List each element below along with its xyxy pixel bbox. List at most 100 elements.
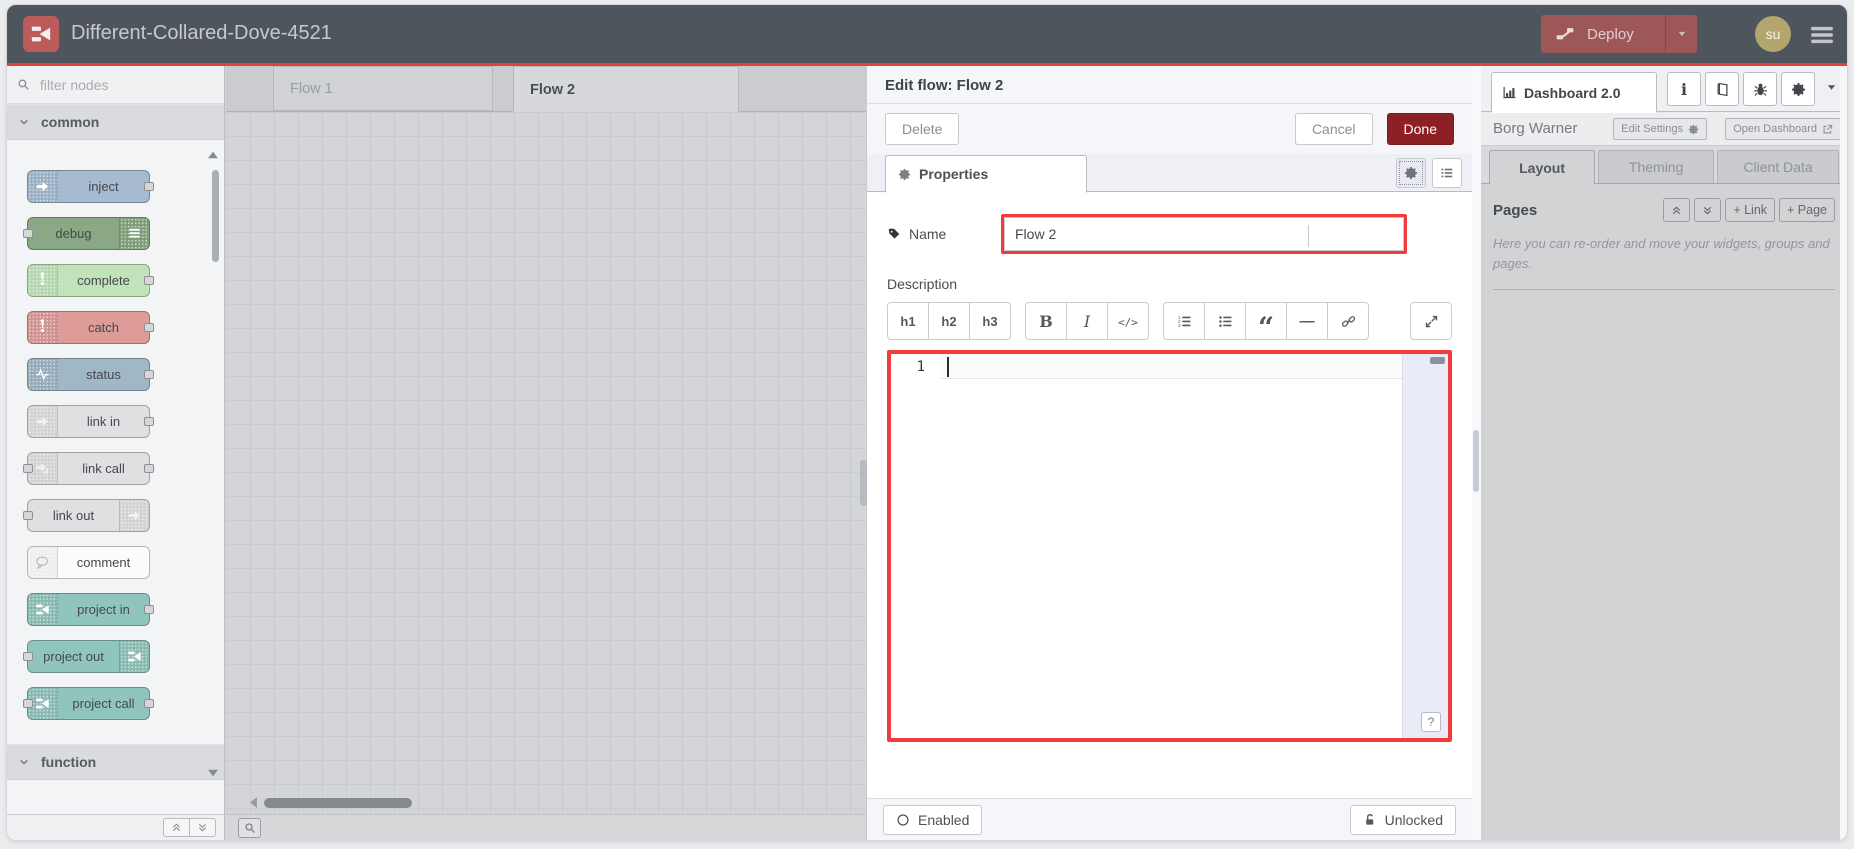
- toolbar-code-button[interactable]: </>: [1107, 302, 1149, 340]
- toolbar-bold-button[interactable]: B: [1025, 302, 1067, 340]
- toolbar-heading-3-button[interactable]: h3: [969, 302, 1011, 340]
- flow-lock-toggle[interactable]: Unlocked: [1349, 805, 1456, 835]
- hamburger-icon: [1809, 22, 1835, 48]
- node-input-port[interactable]: [23, 464, 33, 473]
- palette-filter[interactable]: [7, 66, 224, 104]
- caret-down-icon[interactable]: [1826, 82, 1837, 93]
- flow-name-input[interactable]: [1004, 217, 1404, 251]
- node-input-port[interactable]: [23, 652, 33, 661]
- main-menu-button[interactable]: [1809, 22, 1835, 48]
- palette-node-catch[interactable]: ! catch: [27, 311, 154, 344]
- toolbar-unordered-list-button[interactable]: [1204, 302, 1246, 340]
- edit-panel-scrollbar[interactable]: [1472, 66, 1481, 840]
- description-editor[interactable]: 1 ?: [891, 354, 1448, 738]
- sidebar-scrollbar[interactable]: [1840, 66, 1847, 840]
- flow-canvas[interactable]: [226, 112, 866, 814]
- category-label: function: [41, 754, 97, 770]
- palette-scroll-down-icon[interactable]: [206, 766, 220, 780]
- node-red-logo[interactable]: [23, 16, 59, 52]
- delete-button[interactable]: Delete: [885, 113, 960, 145]
- deploy-button[interactable]: Deploy: [1541, 15, 1697, 53]
- tab-properties[interactable]: Properties: [885, 155, 1087, 193]
- node-output-port[interactable]: [144, 323, 154, 332]
- node-output-port[interactable]: [144, 605, 154, 614]
- palette-scrollbar-thumb[interactable]: [212, 170, 219, 262]
- node-input-port[interactable]: [23, 699, 33, 708]
- tab-dashboard-2[interactable]: Dashboard 2.0: [1491, 72, 1657, 113]
- book-button[interactable]: [1705, 72, 1739, 106]
- tab-layout[interactable]: Layout: [1489, 150, 1596, 184]
- code-icon: </>: [1118, 315, 1138, 329]
- tab-flow-2[interactable]: Flow 2: [513, 66, 739, 112]
- tab-flow-1[interactable]: Flow 1: [273, 66, 493, 111]
- palette-node-complete[interactable]: ! complete: [27, 264, 154, 297]
- collapse-categories-button[interactable]: [163, 818, 190, 837]
- palette-node-comment[interactable]: comment: [27, 546, 150, 579]
- cancel-button[interactable]: Cancel: [1294, 113, 1373, 145]
- properties-view-button[interactable]: [1396, 158, 1426, 188]
- node-output-port[interactable]: [144, 182, 154, 191]
- node-output-port[interactable]: [144, 370, 154, 379]
- node-label: project out: [43, 649, 104, 664]
- editor-help-button[interactable]: ?: [1421, 712, 1441, 732]
- palette-node-project-call[interactable]: project call: [23, 687, 154, 720]
- canvas-search-button[interactable]: [238, 817, 261, 838]
- node-output-port[interactable]: [144, 276, 154, 285]
- user-avatar[interactable]: su: [1755, 16, 1791, 52]
- toolbar-italic-button[interactable]: I: [1066, 302, 1108, 340]
- edit-settings-button[interactable]: Edit Settings: [1613, 118, 1707, 140]
- bug-button[interactable]: [1743, 72, 1777, 106]
- toolbar-heading-2-button[interactable]: h2: [928, 302, 970, 340]
- toolbar-ordered-list-button[interactable]: 123: [1163, 302, 1205, 340]
- palette-node-inject[interactable]: inject: [27, 170, 154, 203]
- canvas-hscrollbar-thumb[interactable]: [264, 798, 412, 808]
- editor-scrollbar-thumb[interactable]: [1430, 357, 1445, 364]
- toolbar-horizontal-rule-button[interactable]: —: [1286, 302, 1328, 340]
- toolbar-expand-editor-button[interactable]: [1410, 302, 1452, 340]
- gear-button[interactable]: [1781, 72, 1815, 106]
- annotation-highlight-editor: 1 ?: [887, 350, 1452, 742]
- node-input-port[interactable]: [23, 229, 33, 238]
- node-output-port[interactable]: [144, 699, 154, 708]
- node-label: status: [86, 367, 121, 382]
- toolbar-group: 1 2 3 “ —: [1163, 302, 1369, 342]
- palette-node-link-in[interactable]: link in: [27, 405, 154, 438]
- open-dashboard-button[interactable]: Open Dashboard: [1725, 118, 1841, 140]
- node-output-port[interactable]: [144, 417, 154, 426]
- edit-panel-scrollbar-thumb[interactable]: [1473, 430, 1479, 492]
- toolbar-hyperlink-button[interactable]: [1327, 302, 1369, 340]
- move-down-button[interactable]: [1694, 198, 1722, 222]
- panel-resize-handle[interactable]: [860, 460, 867, 506]
- palette-scroll-up-icon[interactable]: [206, 148, 220, 162]
- add-link-button[interactable]: + Link: [1725, 198, 1776, 222]
- move-up-button[interactable]: [1663, 198, 1691, 222]
- palette-node-link-call[interactable]: link call: [23, 452, 154, 485]
- palette-node-project-out[interactable]: project out: [23, 640, 150, 673]
- palette-node-link-out[interactable]: link out: [23, 499, 150, 532]
- expand-categories-button[interactable]: [189, 818, 216, 837]
- info-button[interactable]: i: [1667, 72, 1701, 106]
- tag-icon: [887, 227, 901, 241]
- deploy-label: Deploy: [1587, 25, 1634, 43]
- toolbar-heading-1-button[interactable]: h1: [887, 302, 929, 340]
- palette-category-function[interactable]: function: [7, 744, 224, 780]
- deploy-options-button[interactable]: [1665, 15, 1697, 53]
- flow-enabled-toggle[interactable]: Enabled: [883, 805, 983, 835]
- tab-theming[interactable]: Theming: [1598, 150, 1715, 183]
- annotation-highlight-name: [1001, 214, 1407, 254]
- palette-node-project-in[interactable]: project in: [27, 593, 154, 626]
- tab-client-data[interactable]: Client Data: [1717, 150, 1840, 183]
- properties-tab-label: Properties: [919, 166, 989, 182]
- canvas-scroll-left-icon[interactable]: [246, 795, 261, 810]
- description-view-button[interactable]: [1432, 158, 1462, 188]
- link-chain-icon: [1341, 314, 1356, 329]
- palette-node-status[interactable]: status: [27, 358, 154, 391]
- add-page-button[interactable]: + Page: [1779, 198, 1835, 222]
- palette-filter-input[interactable]: [38, 75, 188, 94]
- toolbar-blockquote-button[interactable]: “: [1245, 302, 1287, 342]
- node-output-port[interactable]: [144, 464, 154, 473]
- node-input-port[interactable]: [23, 511, 33, 520]
- done-button[interactable]: Done: [1386, 113, 1454, 145]
- palette-node-debug[interactable]: debug: [23, 217, 150, 250]
- palette-category-common[interactable]: common: [7, 104, 224, 140]
